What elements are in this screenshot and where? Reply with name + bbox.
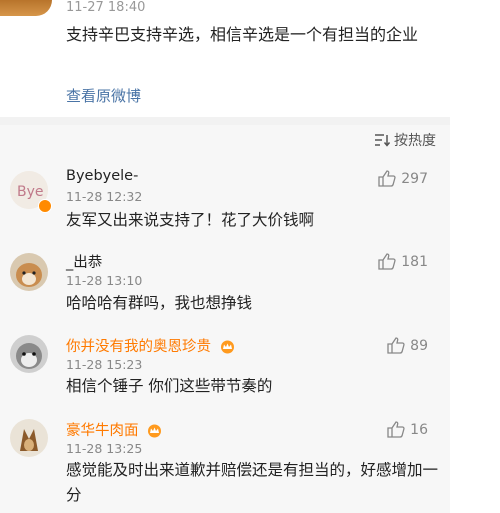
like-count: 297	[401, 170, 428, 187]
commenter-avatar[interactable]	[10, 253, 48, 291]
like-button[interactable]: 16	[387, 421, 428, 438]
commenter-name[interactable]: Byebyele-	[66, 168, 138, 184]
comments-panel: 按热度 Bye Byebyele- 11-28 12:32 友军又出来说支持了！…	[0, 125, 450, 513]
comment-text: 感觉能及时出来道歉并赔偿还是有担当的，好感增加一分	[66, 461, 439, 504]
comment-text: 相信个锤子 你们这些带节奏的	[66, 377, 273, 395]
view-original-link[interactable]: 查看原微博	[66, 85, 141, 106]
commenter-name-text: 你并没有我的奥恩珍贵	[66, 339, 211, 355]
original-post: 11-27 18:40 支持辛巴支持辛选，相信辛选是一个有担当的企业 查看原微博	[0, 0, 450, 117]
sort-icon	[375, 134, 390, 147]
weibo-comment-page: 11-27 18:40 支持辛巴支持辛选，相信辛选是一个有担当的企业 查看原微博…	[0, 0, 500, 513]
comment-time: 11-28 13:10	[66, 273, 143, 288]
right-margin	[450, 0, 500, 513]
comment-text: 哈哈哈有群吗，我也想挣钱	[66, 294, 253, 312]
commenter-avatar[interactable]	[10, 335, 48, 373]
like-icon	[387, 337, 405, 354]
like-button[interactable]: 297	[378, 170, 428, 187]
post-time: 11-27 18:40	[66, 0, 146, 15]
like-icon	[387, 421, 405, 438]
like-count: 89	[410, 337, 428, 354]
comment-item: 你并没有我的奥恩珍贵 11-28 15:23 相信个锤子 你们这些带节奏的 89	[0, 331, 450, 401]
like-icon	[378, 253, 396, 270]
comment-item: _出恭 11-28 13:10 哈哈哈有群吗，我也想挣钱 181	[0, 249, 450, 319]
comment-item: 豪华牛肉面 11-28 13:25 感觉能及时出来道歉并赔偿还是有担当的，好感增…	[0, 415, 450, 511]
crown-icon	[220, 340, 234, 354]
comment-text: 友军又出来说支持了！花了大价钱啊	[66, 211, 315, 229]
like-count: 16	[410, 421, 428, 438]
commenter-name[interactable]: _出恭	[66, 251, 102, 272]
section-divider	[0, 117, 450, 125]
like-button[interactable]: 181	[378, 253, 428, 270]
svg-text:Bye: Bye	[17, 184, 44, 200]
commenter-name[interactable]: 你并没有我的奥恩珍贵	[66, 335, 236, 356]
post-content: 支持辛巴支持辛选，相信辛选是一个有担当的企业	[66, 25, 419, 44]
sort-by-hot-button[interactable]: 按热度	[374, 129, 436, 151]
commenter-avatar[interactable]	[10, 419, 48, 457]
comment-time: 11-28 12:32	[66, 189, 143, 204]
comment-time: 11-28 15:23	[66, 357, 143, 372]
like-count: 181	[401, 253, 428, 270]
sort-label: 按热度	[394, 133, 436, 149]
like-icon	[378, 170, 396, 187]
comment-item: Bye Byebyele- 11-28 12:32 友军又出来说支持了！花了大价…	[0, 165, 450, 235]
vip-badge	[38, 199, 52, 213]
commenter-name[interactable]: 豪华牛肉面	[66, 419, 163, 440]
comment-time: 11-28 13:25	[66, 441, 143, 456]
crown-icon	[148, 424, 162, 438]
commenter-name-text: 豪华牛肉面	[66, 423, 139, 439]
like-button[interactable]: 89	[387, 337, 428, 354]
post-author-avatar[interactable]	[0, 0, 52, 16]
